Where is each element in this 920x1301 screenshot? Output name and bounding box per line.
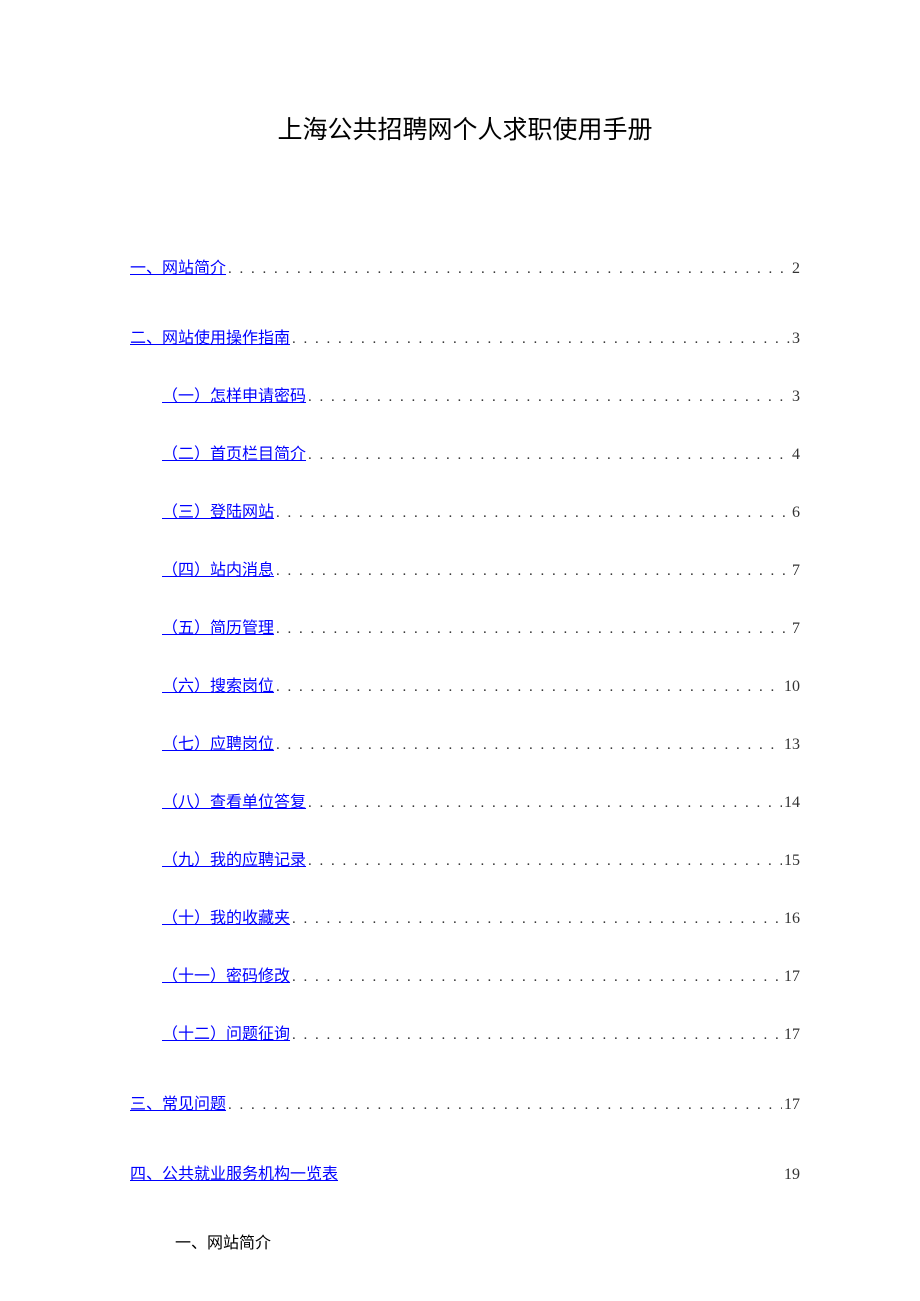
toc-dots xyxy=(290,1027,782,1044)
toc-link[interactable]: 一、网站简介 xyxy=(130,254,226,278)
document-title: 上海公共招聘网个人求职使用手册 xyxy=(130,110,800,146)
toc-dots xyxy=(274,621,790,638)
toc-dots xyxy=(274,505,790,522)
toc-link[interactable]: （五）简历管理 xyxy=(162,614,274,638)
toc-page-number: 19 xyxy=(782,1166,800,1184)
toc-entry: （十一）密码修改 17 xyxy=(130,962,800,986)
toc-entry: （七）应聘岗位 13 xyxy=(130,730,800,754)
toc-entry: 一、网站简介 2 xyxy=(130,254,800,278)
toc-entry: （六）搜索岗位 10 xyxy=(130,672,800,696)
toc-link[interactable]: （一）怎样申请密码 xyxy=(162,382,306,406)
toc-dots xyxy=(274,679,782,696)
toc-page-number: 7 xyxy=(790,620,800,638)
toc-entry: （九）我的应聘记录 15 xyxy=(130,846,800,870)
toc-dots xyxy=(306,389,790,406)
toc-entry: （二）首页栏目简介 4 xyxy=(130,440,800,464)
section-heading: 一、网站简介 xyxy=(130,1229,800,1253)
toc-entry: （八）查看单位答复 14 xyxy=(130,788,800,812)
toc-dots xyxy=(226,261,790,278)
toc-dots xyxy=(290,911,782,928)
toc-link[interactable]: 三、常见问题 xyxy=(130,1090,226,1114)
toc-entry: 二、网站使用操作指南 3 xyxy=(130,324,800,348)
toc-dots xyxy=(306,853,782,870)
toc-page-number: 4 xyxy=(790,446,800,464)
toc-entry: （四）站内消息 7 xyxy=(130,556,800,580)
toc-entry: 四、公共就业服务机构一览表 19 xyxy=(130,1160,800,1184)
toc-entry: 三、常见问题 17 xyxy=(130,1090,800,1114)
toc-page-number: 17 xyxy=(782,1026,800,1044)
toc-link[interactable]: （二）首页栏目简介 xyxy=(162,440,306,464)
toc-page-number: 3 xyxy=(790,388,800,406)
toc-dots xyxy=(274,563,790,580)
toc-page-number: 3 xyxy=(790,330,800,348)
toc-entry: （十二）问题征询 17 xyxy=(130,1020,800,1044)
toc-dots xyxy=(290,969,782,986)
toc-entry: （十）我的收藏夹 16 xyxy=(130,904,800,928)
toc-entry: （一）怎样申请密码 3 xyxy=(130,382,800,406)
toc-page-number: 14 xyxy=(782,794,800,812)
toc-page-number: 2 xyxy=(790,260,800,278)
toc-link[interactable]: （三）登陆网站 xyxy=(162,498,274,522)
toc-dots xyxy=(306,447,790,464)
document-page: 上海公共招聘网个人求职使用手册 一、网站简介2二、网站使用操作指南3（一）怎样申… xyxy=(0,0,920,1253)
toc-dots xyxy=(226,1097,782,1114)
toc-link[interactable]: 四、公共就业服务机构一览表 xyxy=(130,1160,338,1184)
toc-page-number: 6 xyxy=(790,504,800,522)
toc-link[interactable]: （六）搜索岗位 xyxy=(162,672,274,696)
toc-page-number: 17 xyxy=(782,968,800,986)
toc-page-number: 16 xyxy=(782,910,800,928)
toc-link[interactable]: （七）应聘岗位 xyxy=(162,730,274,754)
toc-link[interactable]: （十）我的收藏夹 xyxy=(162,904,290,928)
toc-link[interactable]: 二、网站使用操作指南 xyxy=(130,324,290,348)
toc-dots xyxy=(274,737,782,754)
toc-link[interactable]: （八）查看单位答复 xyxy=(162,788,306,812)
toc-entry: （五）简历管理 7 xyxy=(130,614,800,638)
toc-page-number: 7 xyxy=(790,562,800,580)
toc-dots xyxy=(290,331,790,348)
toc-page-number: 17 xyxy=(782,1096,800,1114)
table-of-contents: 一、网站简介 2 二、网站使用操作指南 3 （一）怎样申请密码 3 （二）首页栏目简介 4 （三… xyxy=(130,254,800,1184)
toc-page-number: 15 xyxy=(782,852,800,870)
toc-link[interactable]: （四）站内消息 xyxy=(162,556,274,580)
toc-page-number: 13 xyxy=(782,736,800,754)
toc-link[interactable]: （十一）密码修改 xyxy=(162,962,290,986)
toc-link[interactable]: （十二）问题征询 xyxy=(162,1020,290,1044)
toc-link[interactable]: （九）我的应聘记录 xyxy=(162,846,306,870)
toc-dots xyxy=(306,795,782,812)
toc-entry: （三）登陆网站 6 xyxy=(130,498,800,522)
toc-page-number: 10 xyxy=(782,678,800,696)
